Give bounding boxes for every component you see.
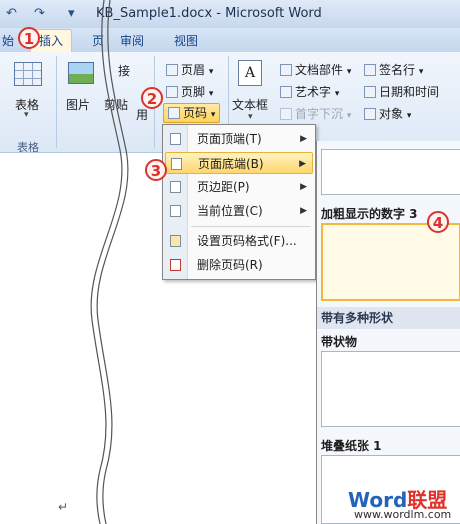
- bottom-of-page-gallery: 加粗显示的数字 3 带有多种形状 带状物 堆叠纸张 1: [316, 141, 460, 524]
- submenu-arrow-icon: ▶: [300, 206, 307, 216]
- menu-item-page-margins[interactable]: 页边距(P) ▶: [165, 176, 313, 198]
- format-page-number-icon: [170, 235, 181, 247]
- menu-item-top-of-page[interactable]: 页面顶端(T) ▶: [165, 128, 313, 150]
- step-callout: 2: [141, 87, 163, 109]
- watermark: Word联盟 www.wordlm.com: [340, 484, 460, 524]
- menu-item-format-page-numbers[interactable]: 设置页码格式(F)...: [165, 230, 313, 252]
- submenu-arrow-icon: ▶: [299, 159, 306, 169]
- gallery-item-label: 堆叠纸张 1: [321, 439, 382, 453]
- remove-page-number-icon: [170, 259, 181, 271]
- step-callout: 1: [18, 27, 40, 49]
- page-number-menu: 页面顶端(T) ▶ 页面底端(B) ▶ 页边距(P) ▶ 当前位置(C) ▶ 设…: [162, 124, 316, 280]
- gallery-item-ribbon[interactable]: [321, 351, 460, 427]
- menu-item-label: 当前位置(C): [197, 204, 263, 218]
- gallery-category-header: 带有多种形状: [317, 307, 460, 329]
- step-callout: 4: [427, 211, 449, 233]
- gallery-thumbnail[interactable]: [321, 149, 460, 195]
- menu-item-label: 设置页码格式(F)...: [197, 234, 297, 248]
- gallery-item-bold-numbers-3[interactable]: [321, 223, 460, 301]
- page-top-icon: [170, 133, 181, 145]
- menu-item-label: 页面顶端(T): [197, 132, 262, 146]
- menu-separator: [191, 226, 311, 227]
- submenu-arrow-icon: ▶: [300, 182, 307, 192]
- menu-item-label: 页边距(P): [197, 180, 250, 194]
- menu-item-remove-page-numbers[interactable]: 删除页码(R): [165, 254, 313, 276]
- menu-item-bottom-of-page[interactable]: 页面底端(B) ▶: [165, 152, 313, 174]
- gallery-item-label: 加粗显示的数字 3: [321, 207, 418, 221]
- step-callout: 3: [145, 159, 167, 181]
- page-bottom-icon: [171, 158, 182, 170]
- menu-item-label: 页面底端(B): [198, 157, 264, 171]
- menu-item-label: 删除页码(R): [197, 258, 263, 272]
- submenu-arrow-icon: ▶: [300, 134, 307, 144]
- gallery-item-label: 带状物: [321, 335, 358, 349]
- menu-item-current-position[interactable]: 当前位置(C) ▶: [165, 200, 313, 222]
- current-position-icon: [170, 205, 181, 217]
- page-margin-icon: [170, 181, 181, 193]
- watermark-url: www.wordlm.com: [354, 508, 452, 521]
